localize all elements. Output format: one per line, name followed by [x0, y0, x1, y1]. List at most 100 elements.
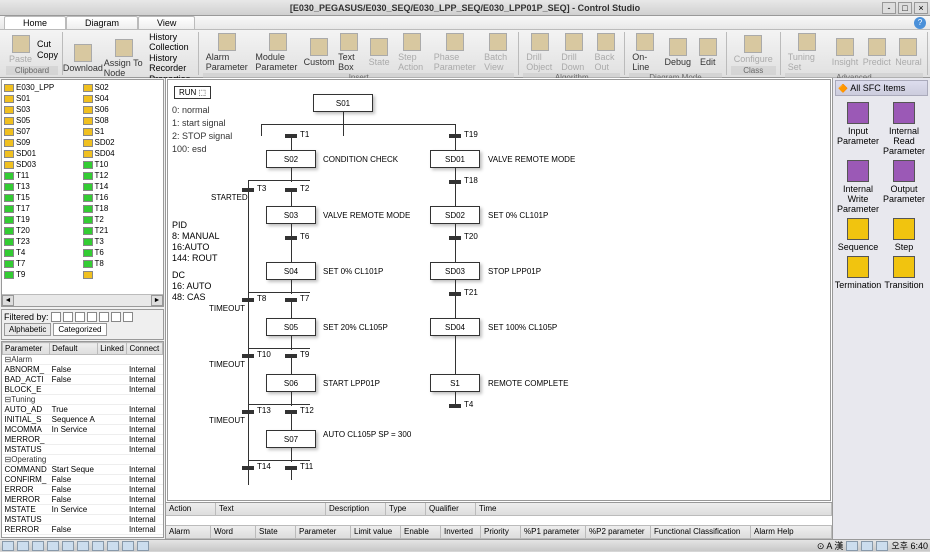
tree-item[interactable]: S05 [4, 115, 83, 126]
tab-view[interactable]: View [138, 16, 195, 29]
tree-item[interactable]: T14 [83, 181, 162, 192]
step-action-button[interactable]: Step Action [395, 32, 429, 73]
tree-item[interactable] [83, 269, 162, 280]
history-recorder[interactable]: History Recorder [149, 53, 194, 73]
phase-param-button[interactable]: Phase Parameter [431, 32, 479, 73]
tree-item[interactable]: T11 [4, 170, 83, 181]
tree-item[interactable]: T12 [83, 170, 162, 181]
configure-button[interactable]: Configure [731, 34, 776, 65]
palette-item[interactable]: Input Parameter [837, 102, 879, 156]
node-s07[interactable]: S07 [266, 430, 316, 448]
tab-diagram[interactable]: Diagram [66, 16, 138, 29]
back-out-button[interactable]: Back Out [591, 32, 620, 73]
maximize-button[interactable]: □ [898, 2, 912, 14]
filter-check4[interactable] [87, 312, 97, 322]
scroll-right[interactable]: ► [151, 295, 163, 306]
palette-item[interactable]: Output Parameter [883, 160, 925, 214]
tab-home[interactable]: Home [4, 16, 66, 29]
drill-object-button[interactable]: Drill Object [523, 32, 556, 73]
filter-check3[interactable] [75, 312, 85, 322]
tuning-set-button[interactable]: Tuning Set [785, 32, 829, 73]
task-icon[interactable] [32, 541, 44, 551]
node-s1[interactable]: S1 [430, 374, 480, 392]
textbox-button[interactable]: Text Box [335, 32, 363, 73]
node-sd03[interactable]: SD03 [430, 262, 480, 280]
node-s06[interactable]: S06 [266, 374, 316, 392]
custom-button[interactable]: Custom [305, 37, 333, 68]
debug-button[interactable]: Debug [664, 37, 692, 68]
tree-item[interactable]: T13 [4, 181, 83, 192]
start-button[interactable] [2, 541, 14, 551]
clock[interactable]: 오후 6:40 [891, 539, 928, 552]
help-icon[interactable]: ? [914, 17, 926, 29]
tree-item[interactable]: T18 [83, 203, 162, 214]
palette-item[interactable]: Termination [837, 256, 879, 290]
tree-item[interactable]: T20 [4, 225, 83, 236]
tree-item[interactable]: SD01 [4, 148, 83, 159]
tree-item[interactable]: T21 [83, 225, 162, 236]
tree-item[interactable]: S09 [4, 137, 83, 148]
palette-item[interactable]: Internal Read Parameter [883, 102, 925, 156]
node-s02[interactable]: S02 [266, 150, 316, 168]
paste-button[interactable]: Paste [6, 34, 35, 65]
batch-view-button[interactable]: Batch View [481, 32, 514, 73]
tree-item[interactable]: T2 [83, 214, 162, 225]
task-icon[interactable] [92, 541, 104, 551]
insight-button[interactable]: Insight [830, 37, 859, 68]
tree-item[interactable]: T19 [4, 214, 83, 225]
tree-item[interactable]: SD02 [83, 137, 162, 148]
parameter-grid[interactable]: ParameterDefaultLinkedConnect ⊟Alarm ABN… [1, 341, 164, 538]
node-sd01[interactable]: SD01 [430, 150, 480, 168]
palette-item[interactable]: Sequence [837, 218, 879, 252]
online-button[interactable]: On-Line [629, 32, 662, 73]
module-param-button[interactable]: Module Parameter [252, 32, 303, 73]
filter-check7[interactable] [123, 312, 133, 322]
node-s04[interactable]: S04 [266, 262, 316, 280]
taskbar[interactable]: ⊙ A 漢 오후 6:40 [0, 539, 930, 551]
node-sd02[interactable]: SD02 [430, 206, 480, 224]
cut-button[interactable]: Cut [37, 39, 58, 49]
tree-item[interactable]: T16 [83, 192, 162, 203]
copy-button[interactable]: Copy [37, 50, 58, 60]
palette-title[interactable]: 🔶 All SFC Items [835, 80, 928, 96]
filter-check6[interactable] [111, 312, 121, 322]
tree-item[interactable]: T6 [83, 247, 162, 258]
tree-item[interactable]: T4 [4, 247, 83, 258]
minimize-button[interactable]: - [882, 2, 896, 14]
tree-item[interactable]: SD04 [83, 148, 162, 159]
scroll-left[interactable]: ◄ [2, 295, 14, 306]
tree-item[interactable]: S02 [83, 82, 162, 93]
sfc-canvas[interactable]: RUN ⬚ 0: normal1: start signal2: STOP si… [167, 79, 831, 501]
edit-button[interactable]: Edit [694, 37, 722, 68]
tree-item[interactable]: S07 [4, 126, 83, 137]
tree-item[interactable]: T10 [83, 159, 162, 170]
tray-ime[interactable]: ⊙ A 漢 [817, 539, 844, 552]
task-icon[interactable] [17, 541, 29, 551]
tree-item[interactable]: T3 [83, 236, 162, 247]
task-icon[interactable] [47, 541, 59, 551]
drill-down-button[interactable]: Drill Down [558, 32, 589, 73]
state-button[interactable]: State [365, 37, 393, 68]
history-collection[interactable]: History Collection [149, 32, 194, 52]
filter-check2[interactable] [63, 312, 73, 322]
neural-button[interactable]: Neural [894, 37, 923, 68]
close-button[interactable]: × [914, 2, 928, 14]
tree-item[interactable]: T15 [4, 192, 83, 203]
alarm-param-button[interactable]: Alarm Parameter [203, 32, 250, 73]
tree-item[interactable]: T17 [4, 203, 83, 214]
task-icon[interactable] [137, 541, 149, 551]
tree-item[interactable]: T8 [83, 258, 162, 269]
tree-item[interactable]: T7 [4, 258, 83, 269]
tree-item[interactable]: SD03 [4, 159, 83, 170]
node-s05[interactable]: S05 [266, 318, 316, 336]
filter-check5[interactable] [99, 312, 109, 322]
task-icon[interactable] [77, 541, 89, 551]
tree-item[interactable]: S01 [4, 93, 83, 104]
palette-item[interactable]: Internal Write Parameter [837, 160, 879, 214]
tree-item[interactable]: S08 [83, 115, 162, 126]
filter-check1[interactable] [51, 312, 61, 322]
assign-button[interactable]: Assign To Node [101, 38, 147, 79]
task-icon[interactable] [62, 541, 74, 551]
node-s01[interactable]: S01 [313, 94, 373, 112]
tray-icon[interactable] [876, 541, 888, 551]
